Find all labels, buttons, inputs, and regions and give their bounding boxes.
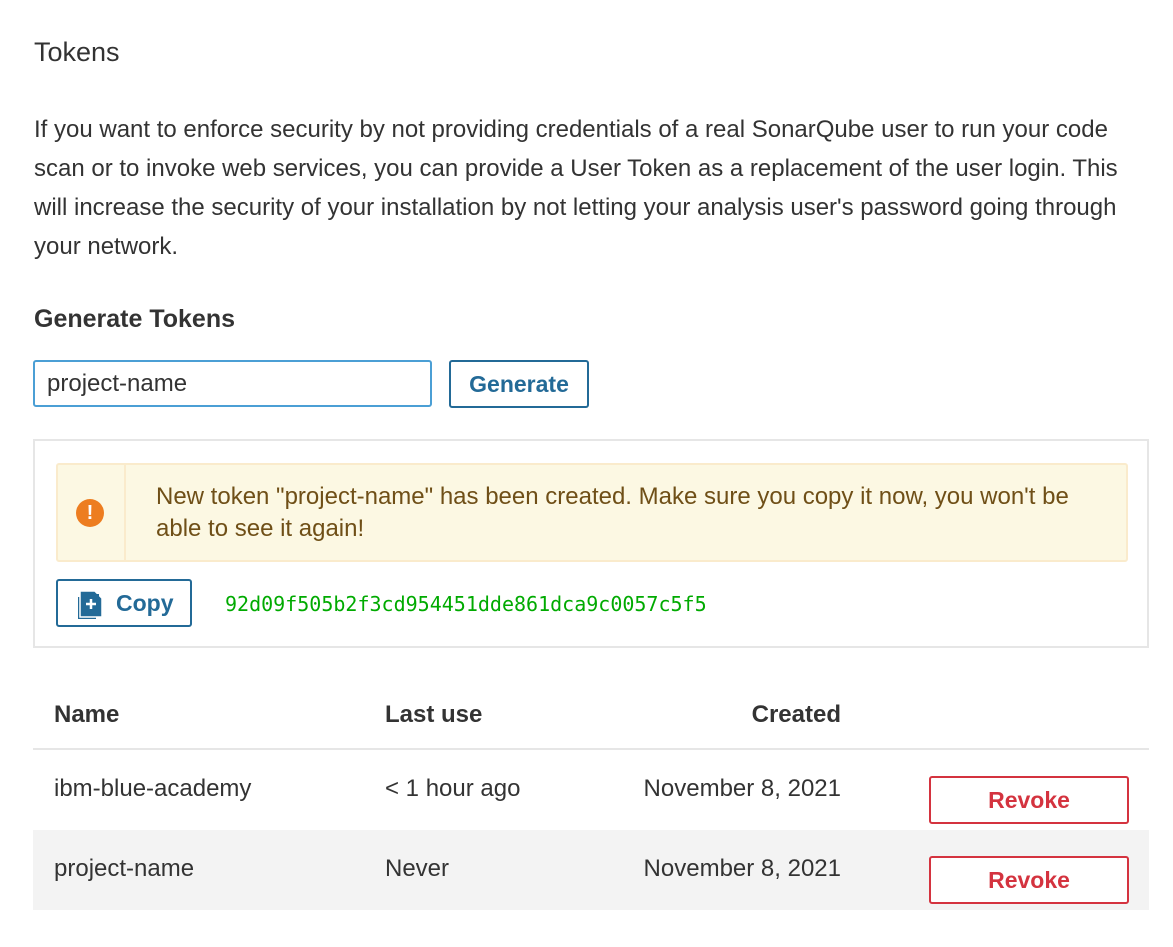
warning-alert: ! New token "project-name" has been crea…	[56, 463, 1128, 562]
copy-button[interactable]: Copy	[56, 579, 192, 627]
token-created: November 8, 2021	[643, 855, 841, 882]
token-name: project-name	[54, 855, 195, 882]
clipboard-icon	[78, 591, 102, 619]
column-header-created: Created	[751, 701, 841, 728]
generate-button[interactable]: Generate	[449, 360, 589, 408]
page-title: Tokens	[34, 37, 120, 67]
token-value[interactable]: 92d09f505b2f3cd954451dde861dca9c0057c5f5	[225, 591, 707, 617]
generate-tokens-title: Generate Tokens	[34, 305, 236, 333]
tokens-table: Name Last use Created ibm-blue-academy <…	[33, 680, 1149, 910]
table-row: project-name Never November 8, 2021 Revo…	[33, 830, 1149, 910]
revoke-button[interactable]: Revoke	[929, 856, 1129, 904]
revoke-button[interactable]: Revoke	[929, 776, 1129, 824]
table-header: Name Last use Created	[33, 680, 1149, 750]
table-row: ibm-blue-academy < 1 hour ago November 8…	[33, 750, 1149, 830]
column-header-last-use: Last use	[385, 701, 483, 728]
new-token-panel: ! New token "project-name" has been crea…	[33, 439, 1149, 648]
token-created: November 8, 2021	[643, 775, 841, 802]
exclamation-circle-icon: !	[76, 499, 104, 527]
column-header-name: Name	[54, 701, 120, 728]
token-name: ibm-blue-academy	[54, 775, 252, 802]
alert-message: New token "project-name" has been create…	[156, 483, 1069, 542]
page-description: If you want to enforce security by not p…	[34, 116, 1118, 260]
token-last-use: Never	[385, 855, 450, 882]
token-last-use: < 1 hour ago	[385, 775, 521, 802]
copy-button-label: Copy	[116, 589, 174, 616]
token-name-input[interactable]	[33, 360, 432, 407]
alert-icon-column: !	[58, 465, 126, 560]
